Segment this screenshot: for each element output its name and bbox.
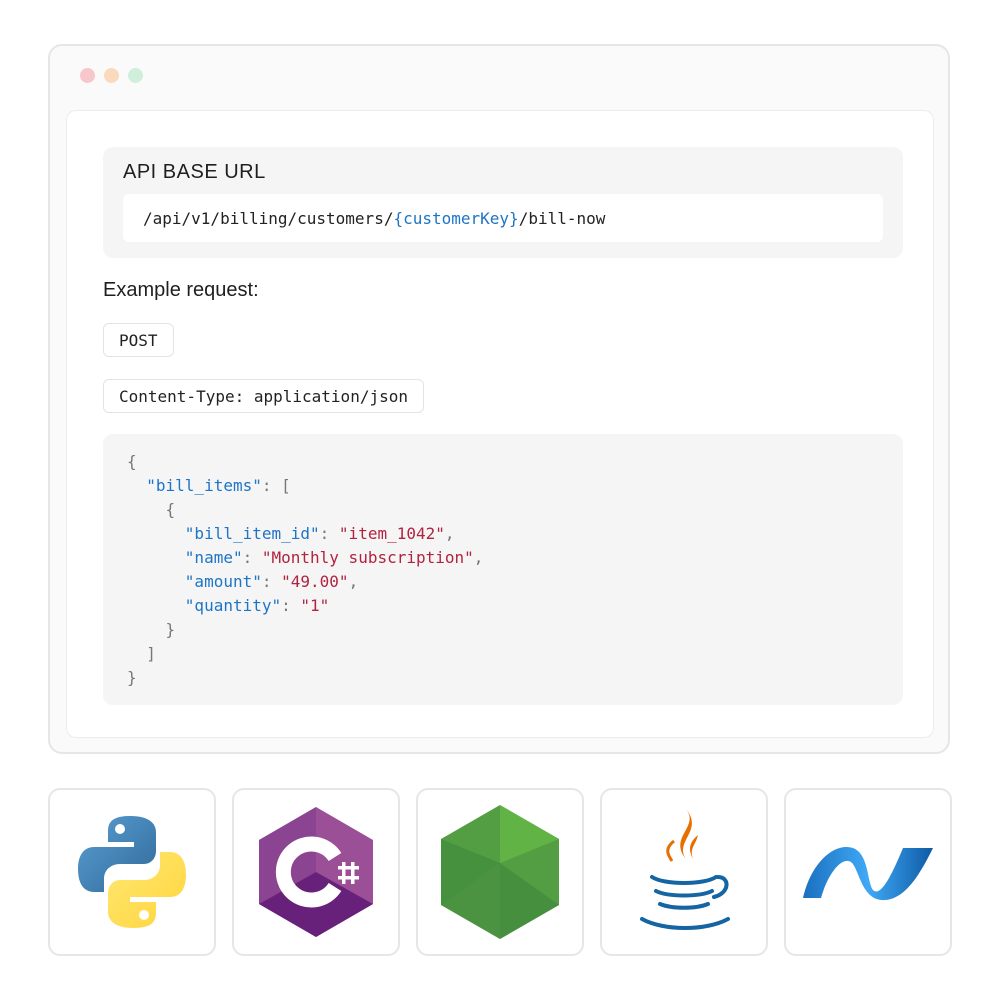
json-punctuation bbox=[127, 524, 185, 543]
json-punctuation: , bbox=[348, 572, 359, 591]
code-line: } bbox=[127, 666, 879, 690]
http-method-badge: POST bbox=[103, 323, 174, 357]
language-tile-nodejs[interactable] bbox=[416, 788, 584, 956]
json-punctuation: : bbox=[242, 548, 262, 567]
json-punctuation: ] bbox=[127, 644, 156, 663]
json-string: "49.00" bbox=[281, 572, 349, 591]
code-line: "amount": "49.00", bbox=[127, 570, 879, 594]
code-line: "bill_items": [ bbox=[127, 474, 879, 498]
code-line: { bbox=[127, 450, 879, 474]
json-key: "quantity" bbox=[184, 596, 282, 615]
json-punctuation: } bbox=[127, 620, 176, 639]
window-maximize-dot[interactable] bbox=[128, 68, 143, 83]
json-punctuation: : bbox=[281, 596, 301, 615]
window-minimize-dot[interactable] bbox=[104, 68, 119, 83]
json-key: "bill_item_id" bbox=[184, 524, 320, 543]
json-punctuation: } bbox=[127, 668, 137, 687]
json-key: "name" bbox=[184, 548, 243, 567]
json-punctuation bbox=[127, 476, 146, 495]
json-punctuation: : [ bbox=[261, 476, 291, 495]
api-base-url-field[interactable]: /api/v1/billing/customers/{customerKey} /… bbox=[123, 194, 883, 242]
json-key: "amount" bbox=[184, 572, 262, 591]
browser-window: API BASE URL /api/v1/billing/customers/{… bbox=[48, 44, 950, 754]
json-key: "bill_items" bbox=[146, 476, 262, 495]
dotnet-icon bbox=[803, 846, 933, 901]
nodejs-icon bbox=[441, 805, 559, 939]
window-controls bbox=[80, 68, 143, 83]
api-base-url-title: API BASE URL bbox=[123, 161, 266, 183]
json-string: "item_1042" bbox=[338, 524, 445, 543]
json-string: "1" bbox=[300, 596, 330, 615]
code-line: ] bbox=[127, 642, 879, 666]
python-icon bbox=[78, 816, 186, 928]
language-tile-java[interactable] bbox=[600, 788, 768, 956]
language-tiles bbox=[48, 788, 952, 956]
json-code-block: { "bill_items": [ { "bill_item_id": "ite… bbox=[103, 434, 903, 705]
api-docs-panel: API BASE URL /api/v1/billing/customers/{… bbox=[66, 110, 934, 738]
code-line: { bbox=[127, 498, 879, 522]
code-line: "name": "Monthly subscription", bbox=[127, 546, 879, 570]
language-tile-dotnet[interactable] bbox=[784, 788, 952, 956]
json-punctuation bbox=[127, 572, 185, 591]
json-punctuation: { bbox=[127, 500, 176, 519]
json-punctuation bbox=[127, 548, 185, 567]
window-close-dot[interactable] bbox=[80, 68, 95, 83]
code-line: "bill_item_id": "item_1042", bbox=[127, 522, 879, 546]
json-string: "Monthly subscription" bbox=[261, 548, 474, 567]
language-tile-csharp[interactable] bbox=[232, 788, 400, 956]
json-punctuation: , bbox=[444, 524, 455, 543]
json-punctuation: { bbox=[127, 452, 137, 471]
url-prefix: /api/v1/billing/customers/ bbox=[143, 208, 394, 228]
java-icon bbox=[640, 809, 730, 930]
example-request-label: Example request: bbox=[103, 279, 259, 301]
content-type-header: Content-Type: application/json bbox=[103, 379, 424, 413]
json-punctuation: : bbox=[261, 572, 282, 591]
csharp-icon bbox=[259, 807, 373, 937]
code-line: } bbox=[127, 618, 879, 642]
json-punctuation: : bbox=[319, 524, 339, 543]
url-suffix: /bill-now bbox=[518, 208, 606, 228]
json-punctuation bbox=[127, 596, 185, 615]
language-tile-python[interactable] bbox=[48, 788, 216, 956]
code-line: "quantity": "1" bbox=[127, 594, 879, 618]
api-base-url-section: API BASE URL /api/v1/billing/customers/{… bbox=[103, 147, 903, 258]
url-param: {customerKey} bbox=[393, 208, 519, 228]
json-punctuation: , bbox=[473, 548, 484, 567]
